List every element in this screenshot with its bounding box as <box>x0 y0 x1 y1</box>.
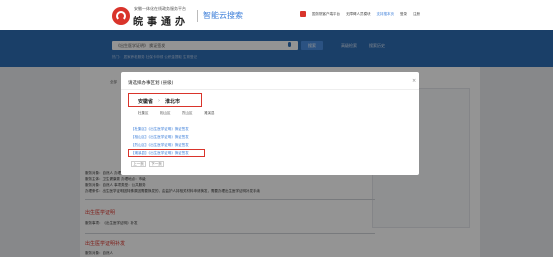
district-result-link[interactable]: 【杜集区】《出生医学证明》换证签发 <box>131 125 189 133</box>
brand-title: 皖事通办 <box>133 17 189 28</box>
breadcrumb-province[interactable]: 安徽省 <box>138 98 153 105</box>
district-tab-duji[interactable]: 杜集区 <box>138 111 160 116</box>
region-breadcrumb: 安徽省 › 淮北市 <box>138 98 180 105</box>
brand-logo-icon <box>112 7 130 25</box>
breadcrumb-city[interactable]: 淮北市 <box>165 98 180 105</box>
close-icon[interactable]: × <box>412 78 416 84</box>
district-tab-lieshan[interactable]: 烈山区 <box>182 111 204 116</box>
top-link-register[interactable]: 注册 <box>413 12 420 17</box>
dialog-divider <box>121 89 419 90</box>
top-link-search-page[interactable]: 支持搜本页 <box>377 12 395 17</box>
chevron-right-icon: › <box>158 98 161 104</box>
national-emblem-icon <box>300 11 306 17</box>
prev-page-button[interactable]: 上一页 <box>131 161 146 167</box>
dialog-title: 请选择办事区划 (县级) <box>128 81 174 86</box>
selected-result-highlight <box>128 149 205 157</box>
top-link-accessibility[interactable]: 无障碍人员模块 <box>346 12 371 17</box>
top-links: 国务院客户端平台 无障碍人员模块 支持搜本页 登录 注册 <box>300 11 420 17</box>
district-select-dialog: 请选择办事区划 (县级) × 安徽省 › 淮北市 杜集区 相山区 烈山区 濉溪县… <box>121 72 419 175</box>
district-tab-xiangshan[interactable]: 相山区 <box>160 111 182 116</box>
region-breadcrumb-highlight: 安徽省 › 淮北市 <box>128 93 202 107</box>
district-tab-suixi[interactable]: 濉溪县 <box>204 111 226 116</box>
district-result-link[interactable]: 【烈山区】《出生医学证明》换证签发 <box>131 141 189 149</box>
pager: 上一页 下一页 <box>131 161 164 167</box>
next-page-button[interactable]: 下一页 <box>149 161 164 167</box>
top-link-login[interactable]: 登录 <box>400 12 407 17</box>
brand-divider <box>197 10 198 22</box>
district-result-link[interactable]: 【相山区】《出生医学证明》换证签发 <box>131 133 189 141</box>
brand-subtitle: 安徽一体化在线政务服务平台 <box>134 6 186 11</box>
top-link-gov-app[interactable]: 国务院客户端平台 <box>312 12 340 17</box>
cloud-search-title: 智能云搜索 <box>203 11 243 20</box>
top-bar: 安徽一体化在线政务服务平台 皖事通办 智能云搜索 国务院客户端平台 无障碍人员模… <box>0 0 553 30</box>
district-tabs: 杜集区 相山区 烈山区 濉溪县 <box>138 111 226 116</box>
